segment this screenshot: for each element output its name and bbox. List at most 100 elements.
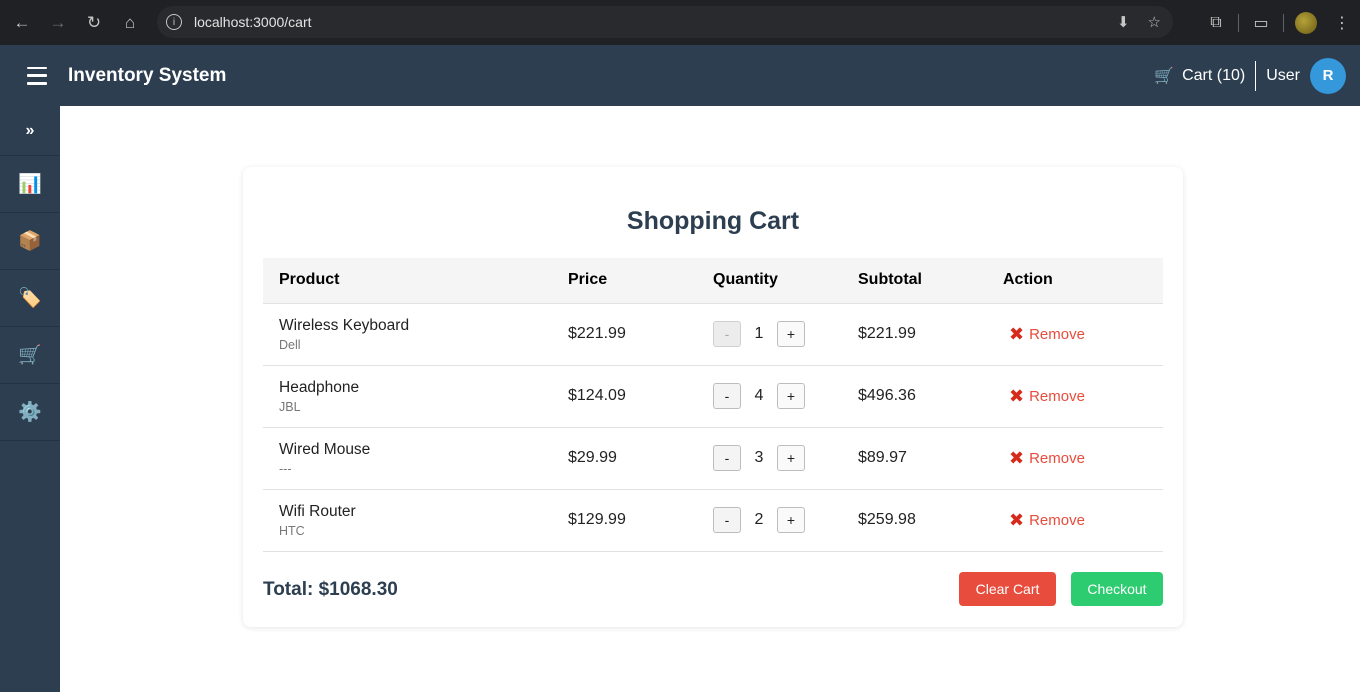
remove-button[interactable]: ✖ Remove (1003, 324, 1163, 345)
header-divider (1255, 60, 1257, 91)
action-cell: ✖ Remove (987, 427, 1163, 490)
cart-icon: 🛒 (18, 345, 42, 366)
cart-count-label: Cart (10) (1182, 66, 1246, 84)
app-title: Inventory System (68, 64, 227, 86)
tag-icon: 🏷️ (18, 288, 42, 309)
bookmark-star-icon[interactable]: ☆ (1148, 13, 1161, 31)
product-cell: Wireless Keyboard Dell (263, 303, 552, 366)
subtotal-cell: $221.99 (842, 303, 987, 366)
table-row: Headphone JBL $124.09 - 4 + $496.36 ✖ Re… (263, 365, 1163, 428)
sidebar-item-dashboard[interactable]: 📊 (0, 156, 60, 213)
chart-icon: 📊 (18, 174, 42, 195)
table-row: Wireless Keyboard Dell $221.99 - 1 + $22… (263, 303, 1163, 366)
increase-quantity-button[interactable]: + (777, 321, 805, 347)
forward-arrow-icon[interactable]: → (40, 5, 76, 41)
quantity-value: 1 (754, 325, 764, 342)
site-info-icon[interactable]: i (166, 14, 182, 30)
increase-quantity-button[interactable]: + (777, 507, 805, 533)
checkout-button[interactable]: Checkout (1071, 572, 1163, 606)
hamburger-menu-icon[interactable] (27, 66, 47, 85)
cart-table: Product Price Quantity Subtotal Action W… (263, 258, 1163, 552)
subtotal-cell: $259.98 (842, 489, 987, 552)
product-name: Wireless Keyboard (279, 316, 410, 334)
close-icon: ✖ (1009, 447, 1025, 468)
home-icon[interactable]: ⌂ (112, 5, 148, 41)
column-header-product: Product (263, 258, 552, 304)
quantity-stepper: - 4 + (713, 383, 842, 409)
increase-quantity-button[interactable]: + (777, 383, 805, 409)
product-cell: Wifi Router HTC (263, 489, 552, 552)
header-cart-link[interactable]: 🛒 Cart (10) (1154, 66, 1245, 86)
tab-search-icon[interactable]: ▭ (1243, 5, 1279, 41)
column-header-subtotal: Subtotal (842, 258, 987, 304)
profile-avatar-icon[interactable] (1295, 11, 1317, 34)
browser-toolbar: ← → ↻ ⌂ i localhost:3000/cart ⬇ ☆ ⧉ ▭ ⋮ (0, 0, 1360, 45)
toolbar-divider (1283, 13, 1284, 32)
close-icon: ✖ (1009, 323, 1025, 344)
package-icon: 📦 (18, 231, 42, 252)
menu-kebab-icon[interactable]: ⋮ (1324, 5, 1360, 41)
product-cell: Headphone JBL (263, 365, 552, 428)
url-text[interactable]: localhost:3000/cart (194, 14, 312, 30)
quantity-value: 3 (754, 449, 764, 466)
cart-total: Total: $1068.30 (263, 579, 398, 600)
back-arrow-icon[interactable]: ← (4, 5, 40, 41)
user-label[interactable]: User (1266, 67, 1300, 85)
quantity-stepper: - 3 + (713, 445, 842, 471)
increase-quantity-button[interactable]: + (777, 445, 805, 471)
remove-button[interactable]: ✖ Remove (1003, 448, 1163, 469)
subtotal-cell: $89.97 (842, 427, 987, 490)
product-name: Wifi Router (279, 502, 356, 520)
sidebar: » 📊 📦 🏷️ 🛒 ⚙️ (0, 106, 60, 692)
close-icon: ✖ (1009, 509, 1025, 530)
decrease-quantity-button[interactable]: - (713, 445, 741, 471)
remove-label: Remove (1029, 325, 1085, 343)
reload-icon[interactable]: ↻ (76, 5, 112, 41)
user-avatar[interactable]: R (1310, 57, 1346, 94)
app-header: Inventory System 🛒 Cart (10) User R (0, 45, 1360, 106)
remove-label: Remove (1029, 387, 1085, 405)
sidebar-item-settings[interactable]: ⚙️ (0, 384, 60, 441)
column-header-quantity: Quantity (697, 258, 842, 304)
extensions-icon[interactable]: ⧉ (1198, 5, 1234, 41)
clear-cart-button[interactable]: Clear Cart (959, 572, 1056, 606)
table-row: Wired Mouse --- $29.99 - 3 + $89.97 ✖ Re… (263, 427, 1163, 490)
close-icon: ✖ (1009, 385, 1025, 406)
price-cell: $129.99 (552, 489, 697, 552)
decrease-quantity-button[interactable]: - (713, 321, 741, 347)
cart-icon: 🛒 (1154, 67, 1175, 85)
product-brand: Dell (279, 337, 301, 352)
sidebar-item-categories[interactable]: 🏷️ (0, 270, 60, 327)
product-name: Wired Mouse (279, 440, 371, 458)
price-cell: $221.99 (552, 303, 697, 366)
remove-label: Remove (1029, 449, 1085, 467)
product-cell: Wired Mouse --- (263, 427, 552, 490)
quantity-stepper: - 1 + (713, 321, 842, 347)
sidebar-item-products[interactable]: 📦 (0, 213, 60, 270)
install-app-icon[interactable]: ⬇ (1117, 13, 1130, 31)
address-bar[interactable]: i localhost:3000/cart ⬇ ☆ (157, 6, 1173, 38)
decrease-quantity-button[interactable]: - (713, 383, 741, 409)
price-cell: $124.09 (552, 365, 697, 428)
quantity-value: 4 (754, 387, 764, 404)
sidebar-item-cart[interactable]: 🛒 (0, 327, 60, 384)
subtotal-cell: $496.36 (842, 365, 987, 428)
action-cell: ✖ Remove (987, 365, 1163, 428)
quantity-cell: - 4 + (697, 365, 842, 428)
quantity-cell: - 2 + (697, 489, 842, 552)
price-cell: $29.99 (552, 427, 697, 490)
toolbar-divider (1238, 13, 1239, 32)
sidebar-toggle[interactable]: » (0, 106, 60, 156)
action-cell: ✖ Remove (987, 489, 1163, 552)
table-header-row: Product Price Quantity Subtotal Action (263, 258, 1163, 304)
product-brand: --- (279, 461, 292, 476)
decrease-quantity-button[interactable]: - (713, 507, 741, 533)
product-name: Headphone (279, 378, 360, 396)
table-row: Wifi Router HTC $129.99 - 2 + $259.98 ✖ … (263, 489, 1163, 552)
remove-button[interactable]: ✖ Remove (1003, 510, 1163, 531)
quantity-stepper: - 2 + (713, 507, 842, 533)
column-header-price: Price (552, 258, 697, 304)
remove-button[interactable]: ✖ Remove (1003, 386, 1163, 407)
action-cell: ✖ Remove (987, 303, 1163, 366)
gear-icon: ⚙️ (18, 402, 42, 423)
